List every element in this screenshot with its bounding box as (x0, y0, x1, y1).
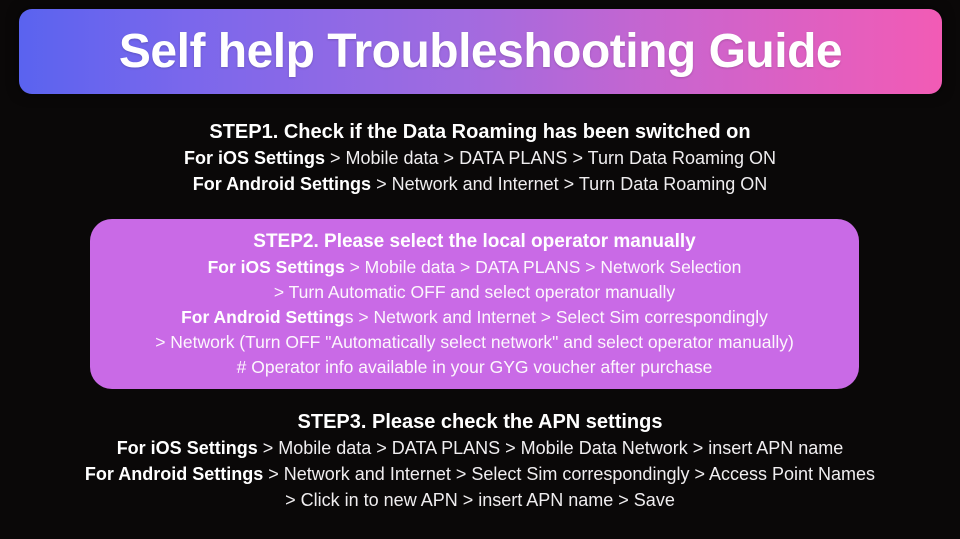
step-line-2-3-bold: For Android Setting (181, 307, 345, 327)
step-line-2-3-rest: s > Network and Internet > Select Sim co… (344, 307, 768, 327)
step-line-1-2-rest: > Network and Internet > Turn Data Roami… (371, 174, 768, 194)
step-line-3-2: For Android Settings > Network and Inter… (0, 461, 960, 487)
step-block-2: STEP2. Please select the local operator … (90, 219, 859, 389)
step-line-3-1-bold: For iOS Settings (116, 438, 258, 458)
step-line-2-3: For Android Settings > Network and Inter… (90, 305, 859, 330)
step-line-2-5-rest: # Operator info available in your GYG vo… (236, 357, 713, 377)
step-line-3-1-rest: > Mobile data > DATA PLANS > Mobile Data… (257, 438, 844, 458)
step-heading-2: STEP2. Please select the local operator … (253, 231, 696, 252)
step-block-3: STEP3. Please check the APN settings For… (0, 409, 960, 513)
step-line-1-1-rest: > Mobile data > DATA PLANS > Turn Data R… (324, 148, 777, 168)
step-block-1: STEP1. Check if the Data Roaming has bee… (0, 119, 960, 197)
page-title: Self help Troubleshooting Guide (118, 24, 843, 78)
step-line-3-3-rest: > Click in to new APN > insert APN name … (285, 490, 675, 510)
step-line-1-2-bold: For Android Settings (192, 174, 372, 194)
step-line-1-2: For Android Settings > Network and Inter… (0, 171, 960, 197)
step-heading-3: STEP3. Please check the APN settings (297, 411, 663, 433)
step-line-3-2-rest: > Network and Internet > Select Sim corr… (263, 464, 876, 484)
step-line-2-1-rest: > Mobile data > DATA PLANS > Network Sel… (344, 257, 742, 277)
step-line-1-1-bold: For iOS Settings (183, 148, 325, 168)
step-line-2-4: > Network (Turn OFF "Automatically selec… (90, 330, 859, 355)
step-heading-1: STEP1. Check if the Data Roaming has bee… (209, 121, 751, 143)
step-line-2-2-rest: > Turn Automatic OFF and select operator… (273, 282, 676, 302)
step-line-3-1: For iOS Settings > Mobile data > DATA PL… (0, 435, 960, 461)
step-line-2-5: # Operator info available in your GYG vo… (90, 355, 859, 380)
step-line-3-3: > Click in to new APN > insert APN name … (0, 487, 960, 513)
step-line-2-1-bold: For iOS Settings (207, 257, 345, 277)
step-line-1-1: For iOS Settings > Mobile data > DATA PL… (0, 145, 960, 171)
step-line-2-1: For iOS Settings > Mobile data > DATA PL… (90, 255, 859, 280)
step-line-3-2-bold: For Android Settings (84, 464, 264, 484)
guide-page: Self help Troubleshooting Guide STEP1. C… (0, 0, 960, 539)
step-line-2-4-rest: > Network (Turn OFF "Automatically selec… (155, 332, 794, 352)
step-line-2-2: > Turn Automatic OFF and select operator… (90, 280, 859, 305)
header-banner: Self help Troubleshooting Guide (19, 9, 942, 94)
